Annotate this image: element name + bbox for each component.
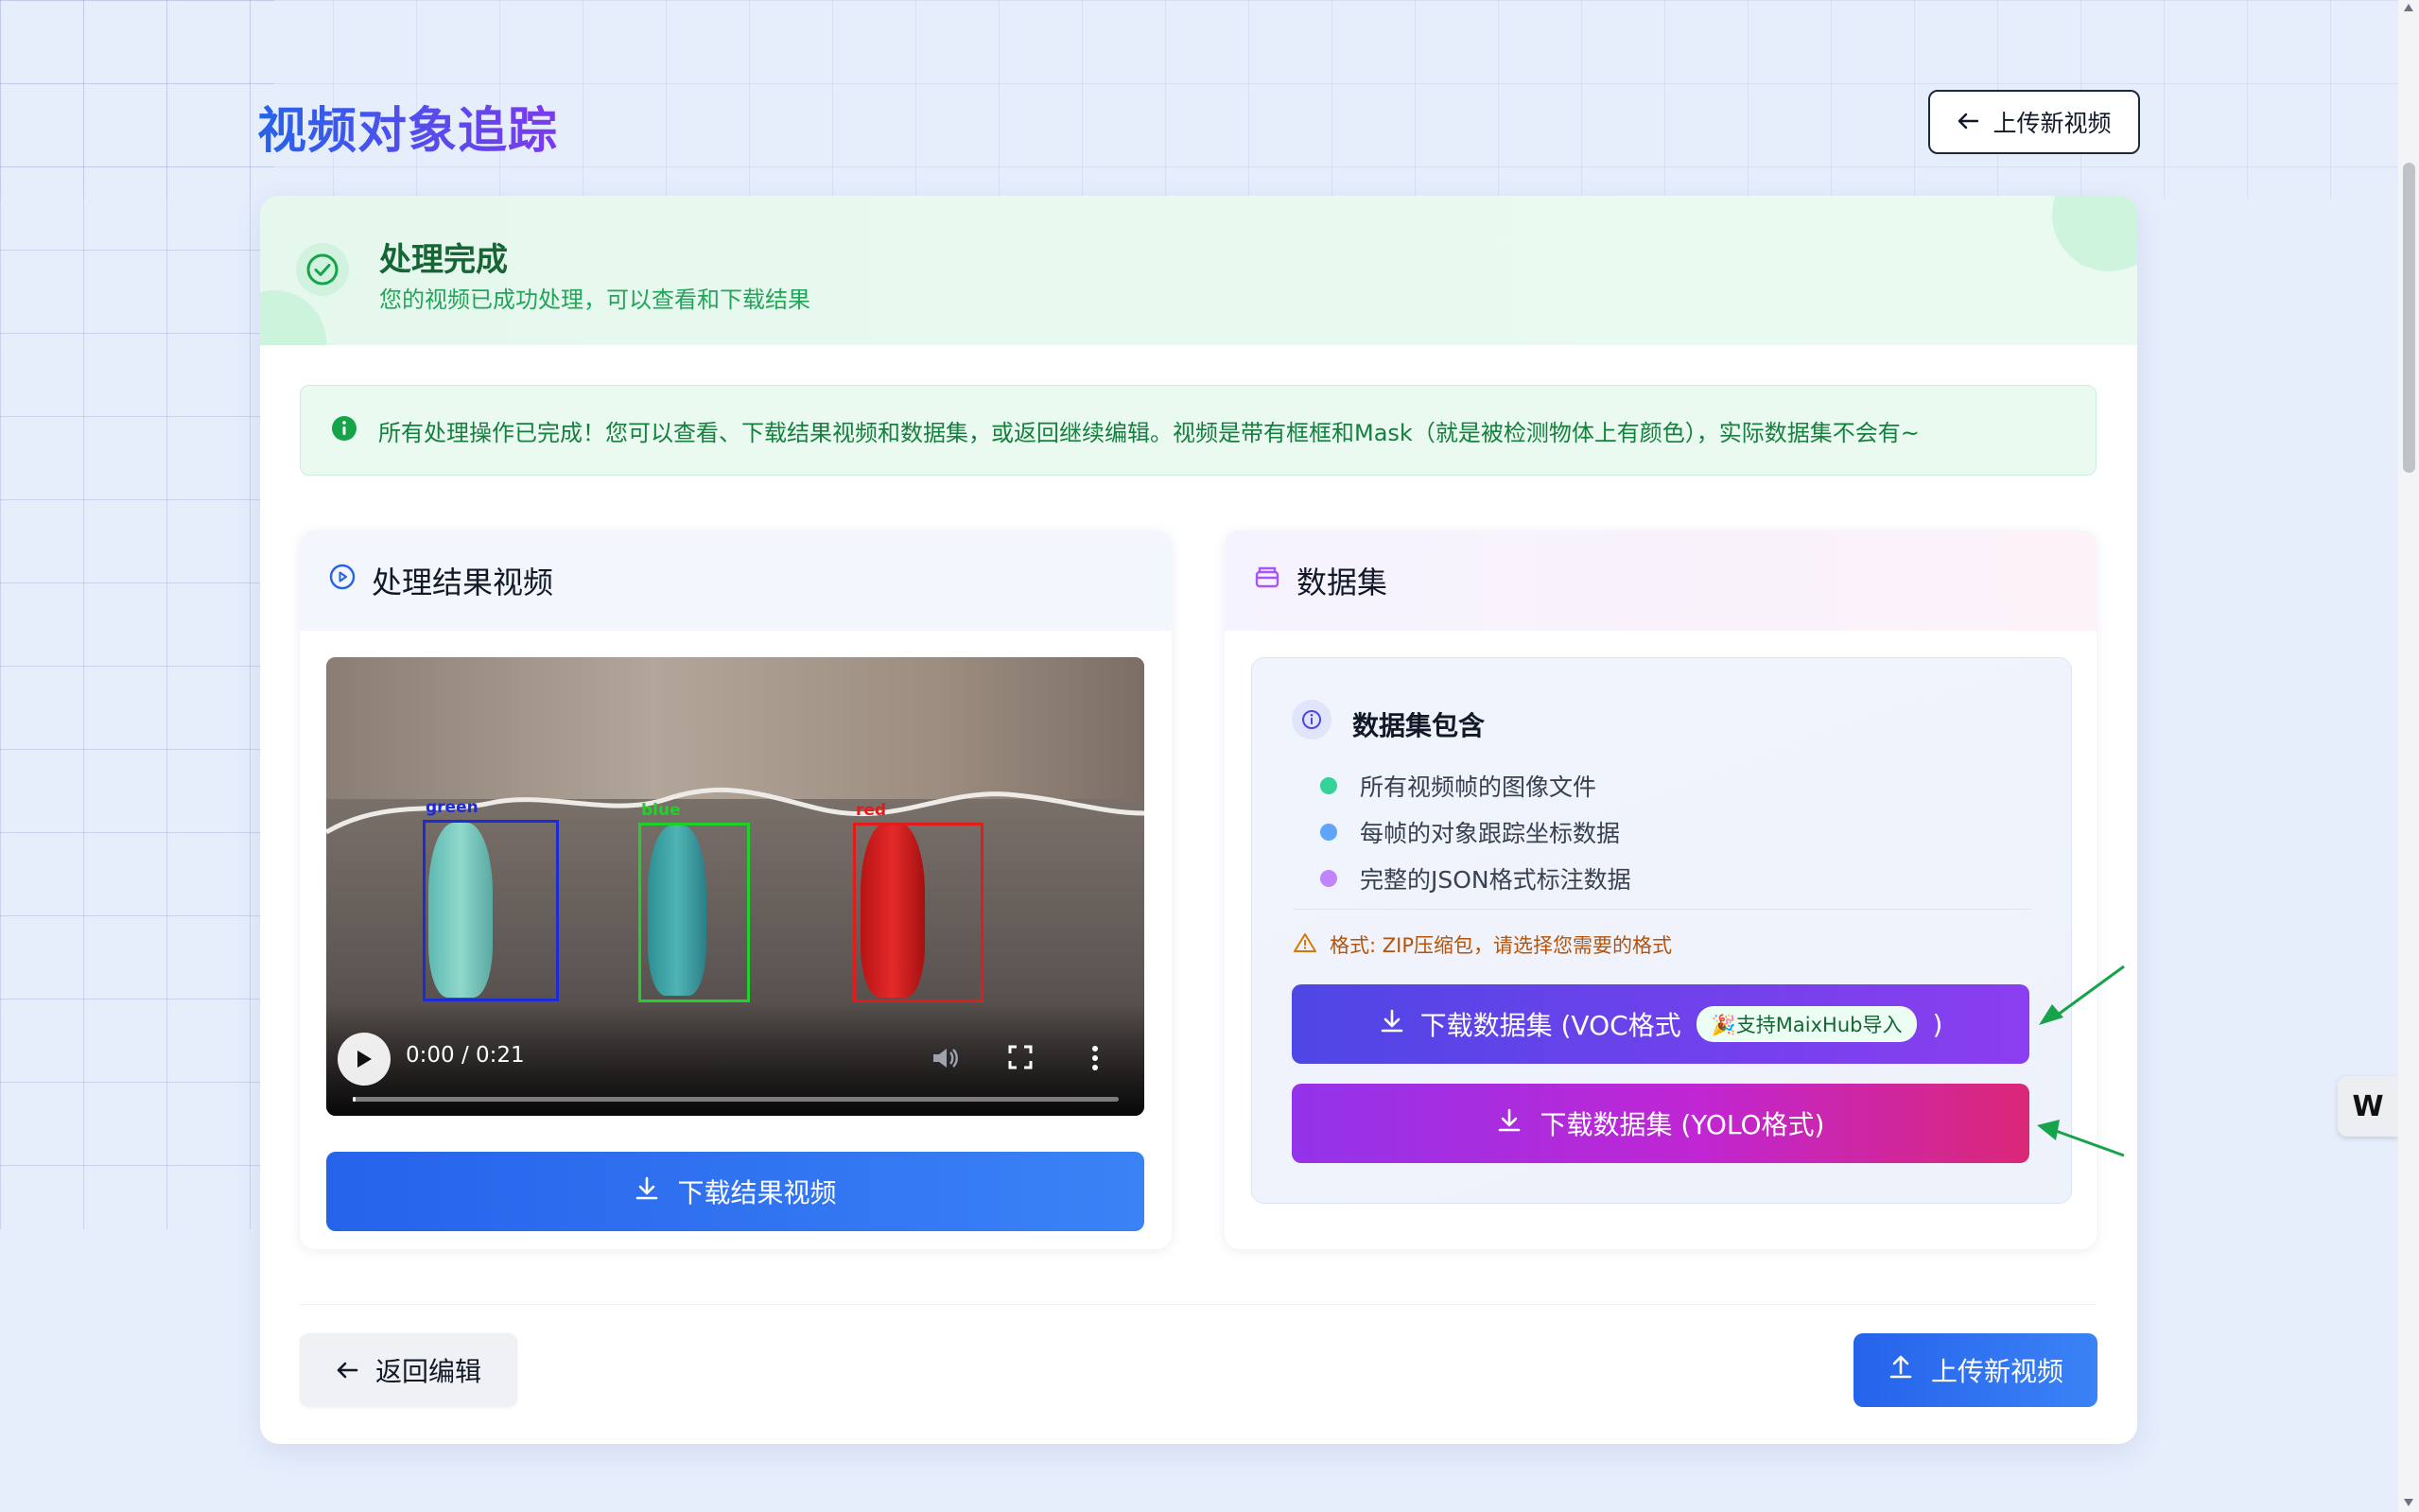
download-voc-button[interactable]: 下载数据集 (VOC格式 🎉支持MaixHub导入 ) (1292, 984, 2029, 1064)
annotation-arrow-icon (2039, 965, 2125, 1025)
bullet-dot-icon (1320, 824, 1337, 841)
page-title: 视频对象追踪 (257, 91, 558, 162)
play-circle-icon (328, 563, 357, 599)
back-to-edit-label: 返回编辑 (374, 1356, 481, 1387)
dataset-item: 每帧的对象跟踪坐标数据 (1320, 815, 1620, 849)
result-card: 处理完成 您的视频已成功处理，可以查看和下载结果 所有处理操作已完成！您可以查看… (260, 196, 2137, 1444)
more-options-icon[interactable] (1090, 1044, 1100, 1076)
arrow-left-icon (336, 1355, 358, 1386)
detection-label: red (856, 801, 887, 820)
dataset-panel: 数据集 数据集包含 所有视频帧的图像文件 每帧的对象跟踪坐标数据 完整的JSON… (1225, 530, 2097, 1249)
format-note: 格式: ZIP压缩包，请选择您需要的格式 (1294, 930, 1672, 959)
header-upload-new-button[interactable]: 上传新视频 (1928, 90, 2140, 154)
footer-upload-new-button[interactable]: 上传新视频 (1853, 1333, 2097, 1407)
success-header: 处理完成 您的视频已成功处理，可以查看和下载结果 (260, 196, 2137, 345)
completion-notice: 所有处理操作已完成！您可以查看、下载结果视频和数据集，或返回继续编辑。视频是带有… (300, 385, 2097, 476)
download-icon (1496, 1107, 1523, 1140)
download-icon (1379, 1008, 1405, 1041)
header-upload-new-label: 上传新视频 (1993, 110, 2112, 137)
play-icon[interactable] (338, 1033, 391, 1086)
back-to-edit-button[interactable]: 返回编辑 (300, 1333, 517, 1407)
detection-label: blue (641, 801, 681, 820)
notice-text: 所有处理操作已完成！您可以查看、下载结果视频和数据集，或返回继续编辑。视频是带有… (378, 419, 1920, 446)
divider (1294, 909, 2031, 910)
dataset-item: 完整的JSON格式标注数据 (1320, 861, 1631, 895)
video-progress-bar[interactable] (353, 1097, 1119, 1102)
download-voc-close: ) (1932, 1008, 1943, 1040)
download-yolo-label: 下载数据集 (YOLO格式) (1540, 1109, 1825, 1140)
dataset-info-box: 数据集包含 所有视频帧的图像文件 每帧的对象跟踪坐标数据 完整的JSON格式标注… (1251, 657, 2072, 1204)
dataset-item-text: 所有视频帧的图像文件 (1360, 773, 1597, 801)
scroll-up-icon[interactable] (2404, 4, 2413, 11)
annotation-arrow-icon (2037, 1120, 2125, 1157)
warning-icon (1294, 932, 1316, 958)
scrollbar-thumb[interactable] (2403, 163, 2415, 473)
detection-box: red (853, 801, 983, 1002)
dataset-item-text: 完整的JSON格式标注数据 (1360, 866, 1631, 894)
volume-icon[interactable] (930, 1044, 960, 1076)
download-voc-label: 下载数据集 (VOC格式 (1419, 1010, 1681, 1041)
video-time: 0:00 / 0:21 (406, 1043, 525, 1068)
fullscreen-icon[interactable] (1007, 1044, 1034, 1074)
detection-label: green (426, 798, 479, 817)
page-scrollbar[interactable] (2398, 0, 2419, 1512)
dataset-item-text: 每帧的对象跟踪坐标数据 (1360, 820, 1621, 847)
decor-circle (2052, 196, 2137, 271)
download-video-label: 下载结果视频 (677, 1177, 837, 1208)
download-icon (634, 1175, 660, 1208)
decor-circle (260, 290, 326, 345)
scroll-down-icon[interactable] (2404, 1499, 2413, 1506)
side-widget-button[interactable]: W (2338, 1076, 2398, 1137)
format-note-text: 格式: ZIP压缩包，请选择您需要的格式 (1330, 934, 1672, 957)
dataset-item: 所有视频帧的图像文件 (1320, 769, 1596, 803)
video-controls: 0:00 / 0:21 (326, 1002, 1144, 1116)
success-title: 处理完成 (379, 241, 508, 279)
dataset-panel-header: 数据集 (1225, 530, 2097, 631)
detection-box: blue (638, 801, 750, 1002)
bullet-dot-icon (1320, 777, 1337, 794)
info-icon (331, 415, 357, 445)
maixhub-badge: 🎉支持MaixHub导入 (1696, 1006, 1918, 1042)
arrow-left-icon (1957, 109, 1979, 136)
video-panel: 处理结果视频 green blue red 0:00 / 0:21 下载结果视频 (300, 530, 1172, 1249)
result-video-player[interactable]: green blue red 0:00 / 0:21 (326, 657, 1144, 1116)
success-subtitle: 您的视频已成功处理，可以查看和下载结果 (379, 287, 810, 313)
upload-icon (1888, 1354, 1914, 1387)
bullet-dot-icon (1320, 870, 1337, 887)
download-video-button[interactable]: 下载结果视频 (326, 1152, 1144, 1231)
detection-box: green (423, 798, 559, 1001)
info-circle-icon (1292, 700, 1331, 739)
dataset-includes-title: 数据集包含 (1352, 710, 1486, 741)
dataset-panel-title: 数据集 (1297, 565, 1388, 600)
video-progress-fill (353, 1097, 357, 1102)
video-panel-header: 处理结果视频 (300, 530, 1172, 631)
check-circle-icon (296, 243, 349, 296)
download-yolo-button[interactable]: 下载数据集 (YOLO格式) (1292, 1084, 2029, 1163)
footer-divider (300, 1304, 2097, 1305)
video-panel-title: 处理结果视频 (372, 565, 554, 600)
archive-icon (1253, 563, 1281, 599)
footer-upload-new-label: 上传新视频 (1930, 1356, 2063, 1387)
